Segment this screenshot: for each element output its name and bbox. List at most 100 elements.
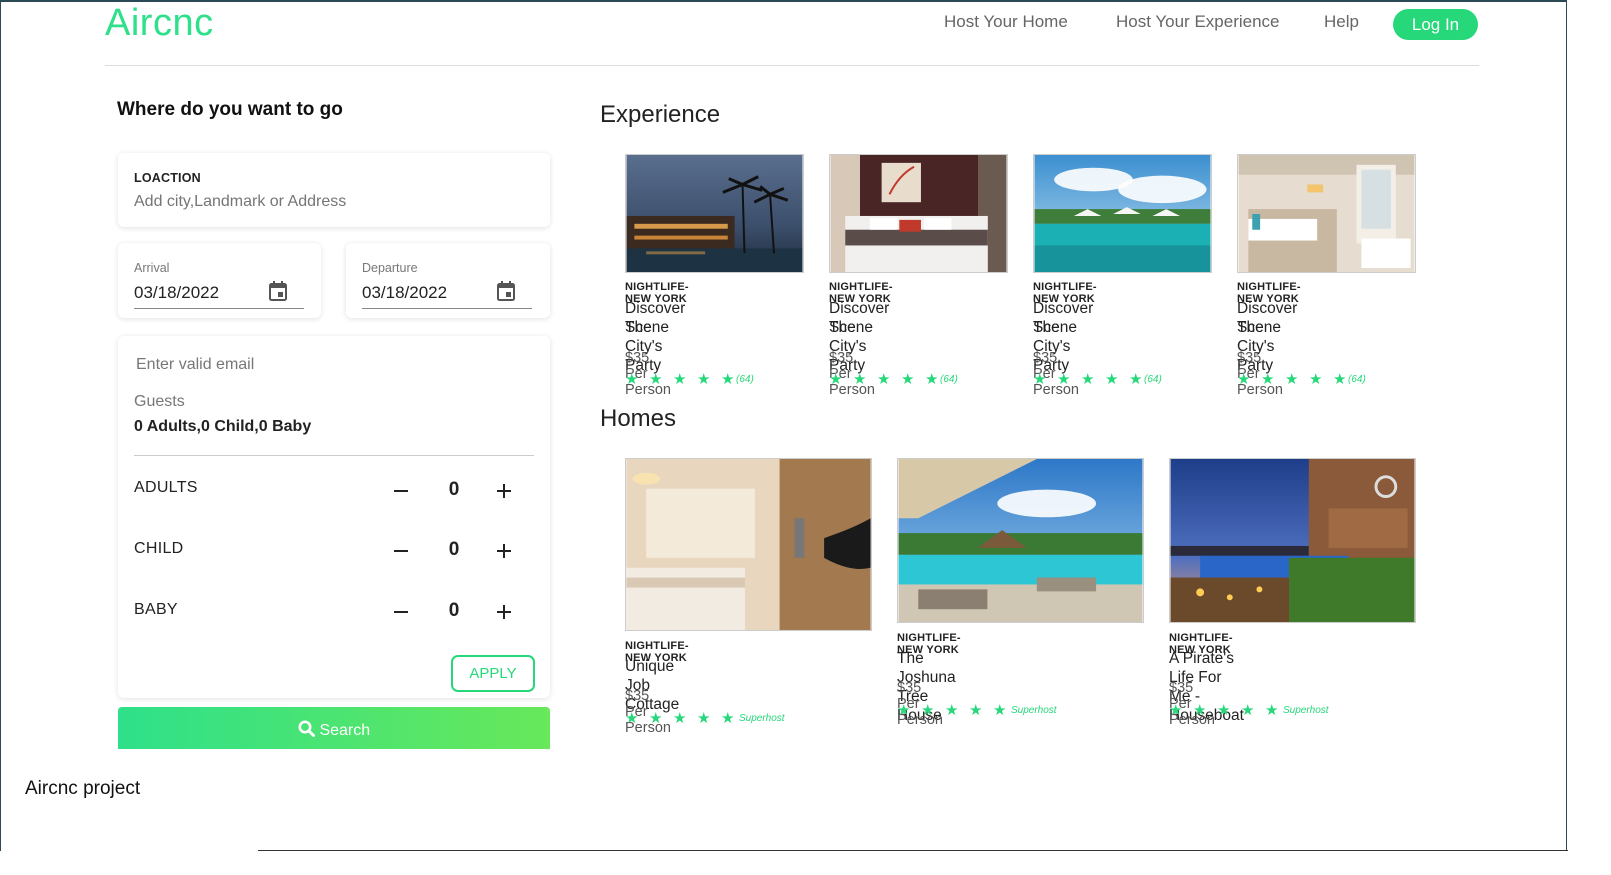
location-card: LOACTION [118,153,550,227]
calendar-icon[interactable] [269,281,287,301]
header-divider [105,65,1479,66]
adults-count: 0 [448,479,460,500]
baby-decrement-button[interactable] [391,602,411,622]
star-icon: ★ [625,710,639,727]
star-icon: ★ [625,371,639,388]
home-rating: ★ ★ ★ ★ ★ Superhost [625,709,785,727]
star-icon: ★ [1285,371,1299,388]
search-button[interactable]: Search [118,707,550,749]
adults-decrement-button[interactable] [391,481,411,501]
child-decrement-button[interactable] [391,541,411,561]
home-photo[interactable] [897,458,1144,623]
departure-date[interactable]: 03/18/2022 [362,283,447,303]
experience-rating: ★ ★ ★ ★ ★ (64) [1033,370,1162,388]
star-icon: ★ [721,710,735,727]
home-rating: ★ ★ ★ ★ ★ Superhost [1169,701,1329,719]
baby-label: BABY [134,601,178,618]
superhost-label: Superhost [1283,704,1329,716]
guests-label: Guests [134,393,185,410]
star-icon: ★ [1261,371,1275,388]
star-icon: ★ [673,371,687,388]
departure-underline [362,308,532,309]
star-icon: ★ [1333,371,1347,388]
guests-card: Enter valid email Guests 0 Adults,0 Chil… [118,336,550,698]
baby-increment-button[interactable] [494,602,514,622]
home-rating: ★ ★ ★ ★ ★ Superhost [897,701,1057,719]
experience-photo[interactable] [1033,154,1212,273]
login-button[interactable]: Log In [1393,9,1478,40]
rating-count: (64) [736,373,754,385]
app-logo[interactable]: Aircnc [105,2,214,45]
child-label: CHILD [134,540,184,557]
rating-count: (64) [940,373,958,385]
star-icon: ★ [1193,702,1207,719]
nav-host-your-experience[interactable]: Host Your Experience [1116,12,1280,32]
arrival-card[interactable]: Arrival 03/18/2022 [118,243,321,318]
child-increment-button[interactable] [494,541,514,561]
nav-host-your-home[interactable]: Host Your Home [944,12,1068,32]
search-button-label: Search [319,722,371,739]
departure-card[interactable]: Departure 03/18/2022 [346,243,550,318]
guests-divider [134,455,534,456]
superhost-label: Superhost [1011,704,1057,716]
star-icon: ★ [897,702,911,719]
star-icon: ★ [649,371,663,388]
search-icon [298,720,315,737]
location-label: LOACTION [134,171,201,185]
star-icon: ★ [649,710,663,727]
child-count: 0 [448,539,460,560]
star-icon: ★ [877,371,891,388]
experience-photo[interactable] [625,154,804,273]
rating-count: (64) [1348,373,1366,385]
star-icon: ★ [697,710,711,727]
star-icon: ★ [901,371,915,388]
star-icon: ★ [925,371,939,388]
star-icon: ★ [1265,702,1279,719]
star-icon: ★ [697,371,711,388]
search-button-content: Search [298,720,370,740]
star-icon: ★ [969,702,983,719]
project-caption: Aircnc project [25,778,141,799]
experience-name-cont[interactable]: Scene [625,318,669,337]
homes-title: Homes [600,405,677,432]
guests-summary: 0 Adults,0 Child,0 Baby [134,418,312,435]
rating-count: (64) [1144,373,1162,385]
search-heading: Where do you want to go [117,99,343,120]
star-icon: ★ [1169,702,1183,719]
adults-increment-button[interactable] [494,481,514,501]
experience-photo[interactable] [829,154,1008,273]
home-photo[interactable] [625,458,872,631]
star-icon: ★ [1237,371,1251,388]
star-icon: ★ [921,702,935,719]
calendar-icon[interactable] [497,281,515,301]
star-icon: ★ [993,702,1007,719]
star-icon: ★ [1217,702,1231,719]
experience-rating: ★ ★ ★ ★ ★ (64) [829,370,958,388]
star-icon: ★ [829,371,843,388]
departure-label: Departure [362,261,418,275]
star-icon: ★ [1129,371,1143,388]
star-icon: ★ [721,371,735,388]
nav-help[interactable]: Help [1324,12,1359,32]
star-icon: ★ [1309,371,1323,388]
star-icon: ★ [1105,371,1119,388]
superhost-label: Superhost [739,712,785,724]
experience-name-cont[interactable]: Scene [1033,318,1077,337]
experience-name-cont[interactable]: Scene [829,318,873,337]
experience-title: Experience [600,101,721,128]
star-icon: ★ [1241,702,1255,719]
baby-count: 0 [448,600,460,621]
experience-photo[interactable] [1237,154,1416,273]
arrival-label: Arrival [134,261,170,275]
email-field[interactable]: Enter valid email [136,356,254,374]
adults-label: ADULTS [134,479,198,496]
experience-rating: ★ ★ ★ ★ ★ (64) [1237,370,1366,388]
arrival-date[interactable]: 03/18/2022 [134,283,219,303]
experience-name-cont[interactable]: Scene [1237,318,1281,337]
location-input[interactable] [134,193,514,211]
bottom-divider [258,850,1568,851]
home-photo[interactable] [1169,458,1416,623]
star-icon: ★ [1081,371,1095,388]
star-icon: ★ [853,371,867,388]
apply-button[interactable]: APPLY [451,655,535,692]
